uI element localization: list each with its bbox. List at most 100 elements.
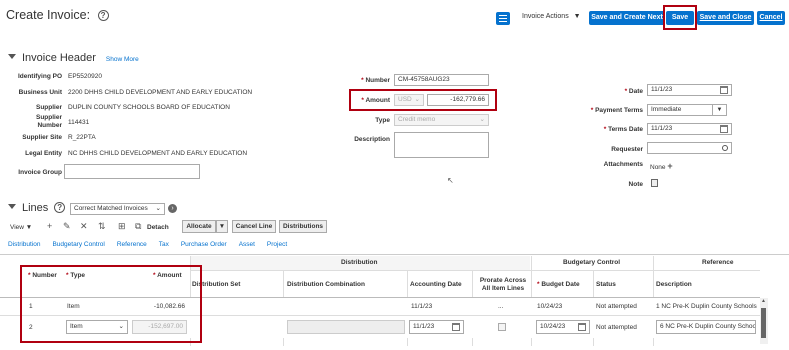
calendar-icon[interactable]: [452, 323, 460, 331]
calendar-icon[interactable]: [578, 323, 586, 331]
freeze-icon[interactable]: ⊞: [118, 221, 126, 232]
attachments-value: None +: [650, 161, 673, 171]
tab-budgetary-control[interactable]: Budgetary Control: [52, 241, 104, 248]
tab-project[interactable]: Project: [267, 241, 287, 248]
tab-distribution[interactable]: Distribution: [8, 241, 41, 248]
collapse-icon[interactable]: [8, 204, 16, 209]
type-select[interactable]: Credit memo ⌄: [394, 114, 489, 126]
delete-icon[interactable]: ✕: [80, 221, 88, 232]
allocate-button[interactable]: Allocate: [182, 220, 216, 233]
payment-terms-label: * Payment Terms: [575, 107, 643, 114]
row-prorate: ...: [498, 303, 504, 310]
save-button[interactable]: Save: [666, 11, 694, 25]
lines-title: Lines: [21, 202, 49, 214]
match-action-select[interactable]: Correct Matched Invoices ⌄: [70, 203, 165, 215]
collapse-icon[interactable]: [8, 54, 16, 59]
tab-purchase-order[interactable]: Purchase Order: [181, 241, 227, 248]
requester-input[interactable]: [647, 142, 732, 154]
page-title-text: Create Invoice:: [6, 8, 91, 22]
help-icon[interactable]: ?: [54, 202, 66, 213]
col-prorate-line2: All Item Lines: [481, 285, 525, 292]
tab-tax[interactable]: Tax: [159, 241, 169, 248]
col-budget-date-text: Budget Date: [541, 281, 580, 288]
distributions-button[interactable]: Distributions: [279, 220, 327, 233]
row-budget-date: 10/24/23: [537, 303, 563, 310]
payment-terms-value: Immediate: [651, 106, 682, 113]
amount-input[interactable]: -162,779.66: [427, 94, 489, 106]
view-menu[interactable]: View ▼: [10, 224, 32, 231]
prorate-checkbox[interactable]: [498, 323, 506, 331]
identifying-po-label: Identifying PO: [17, 73, 62, 80]
type-label: Type: [375, 117, 390, 124]
payment-terms-label-text: Payment Terms: [595, 107, 643, 114]
row-distribution-combination-input[interactable]: [287, 320, 405, 334]
requester-label: Requester: [611, 146, 643, 153]
page-title: Create Invoice: ?: [6, 8, 109, 22]
detach-button[interactable]: Detach: [147, 224, 169, 231]
row-accounting-date-input[interactable]: 11/1/23: [409, 320, 464, 334]
go-icon[interactable]: ›: [168, 204, 177, 213]
invoice-number-input[interactable]: CM-45758AUG23: [394, 74, 489, 86]
calendar-icon[interactable]: [720, 86, 728, 94]
amount-label: * Amount: [330, 97, 390, 104]
group-divider: [190, 270, 760, 271]
terms-date-value: 11/1/23: [651, 125, 673, 132]
search-icon[interactable]: [722, 145, 728, 151]
save-and-close-label: Save and Close: [699, 14, 752, 21]
type-value: Credit memo: [398, 116, 436, 123]
save-and-close-button[interactable]: Save and Close: [697, 11, 754, 25]
date-label-text: Date: [628, 88, 643, 95]
currency-value: USD: [398, 96, 412, 103]
business-unit-value: 2200 DHHS CHILD DEVELOPMENT AND EARLY ED…: [68, 89, 253, 96]
show-more-link[interactable]: Show More: [106, 56, 139, 63]
cancel-line-button[interactable]: Cancel Line: [232, 220, 276, 233]
add-icon[interactable]: +: [667, 161, 672, 171]
legal-entity-value: NC DHHS CHILD DEVELOPMENT AND EARLY EDUC…: [68, 150, 248, 157]
number-label-text: Number: [365, 77, 390, 84]
supplier-number-value: 114431: [68, 119, 90, 126]
invoice-group-input[interactable]: [64, 164, 200, 179]
chevron-down-icon[interactable]: ▼: [712, 104, 727, 116]
detach-icon[interactable]: ⧉: [135, 221, 141, 232]
date-input[interactable]: 11/1/23: [647, 84, 732, 96]
col-status: Status: [596, 281, 616, 288]
row-status: Not attempted: [596, 324, 637, 331]
invoice-actions-label: Invoice Actions: [522, 13, 569, 20]
cancel-button[interactable]: Cancel: [757, 11, 785, 25]
row-accounting-date: 11/1/23: [411, 303, 433, 310]
tab-asset[interactable]: Asset: [239, 241, 255, 248]
terms-date-input[interactable]: 11/1/23: [647, 123, 732, 135]
supplier-number-label: Supplier Number: [6, 114, 62, 130]
distribution-group-label: Distribution: [341, 259, 378, 266]
col-distribution-combination: Distribution Combination: [287, 281, 365, 288]
scrollbar-thumb[interactable]: [761, 308, 766, 338]
save-and-create-next-button[interactable]: Save and Create Next: [589, 11, 665, 25]
col-budget-date: * Budget Date: [537, 281, 580, 288]
col-accounting-date: Accounting Date: [410, 281, 462, 288]
identifying-po-value: EP5520920: [68, 73, 102, 80]
chevron-down-icon[interactable]: ▼: [216, 220, 228, 233]
mouse-cursor-icon: ↖: [447, 176, 454, 185]
format-icon[interactable]: ⇅: [98, 221, 106, 232]
cancel-label: Cancel: [759, 14, 783, 21]
note-icon[interactable]: [651, 179, 658, 187]
business-unit-label: Business Unit: [18, 89, 62, 96]
supplier-site-value: R_22PTA: [68, 134, 96, 141]
row-description-input[interactable]: 6 NC Pre-K Duplin County Schoo: [656, 320, 756, 334]
description-textarea[interactable]: [394, 132, 489, 158]
invoice-actions-menu[interactable]: Invoice Actions ▼: [522, 13, 581, 20]
help-icon[interactable]: ?: [97, 10, 109, 21]
view-label: View: [10, 224, 24, 231]
row-budget-date-input[interactable]: 10/24/23: [536, 320, 590, 334]
invoice-header-title: Invoice Header: [21, 52, 96, 64]
calendar-icon[interactable]: [720, 125, 728, 133]
add-row-icon[interactable]: +: [47, 221, 52, 231]
scroll-up-icon[interactable]: ▲: [761, 298, 766, 304]
grid-view-icon[interactable]: [496, 12, 510, 25]
edit-icon[interactable]: ✎: [63, 221, 71, 232]
table-scrollbar[interactable]: ▲: [760, 298, 768, 344]
tab-reference[interactable]: Reference: [117, 241, 147, 248]
currency-select[interactable]: USD ⌄: [394, 94, 424, 106]
col-prorate-line1: Prorate Across: [479, 277, 527, 284]
row-budget-date: 10/24/23: [540, 323, 566, 330]
